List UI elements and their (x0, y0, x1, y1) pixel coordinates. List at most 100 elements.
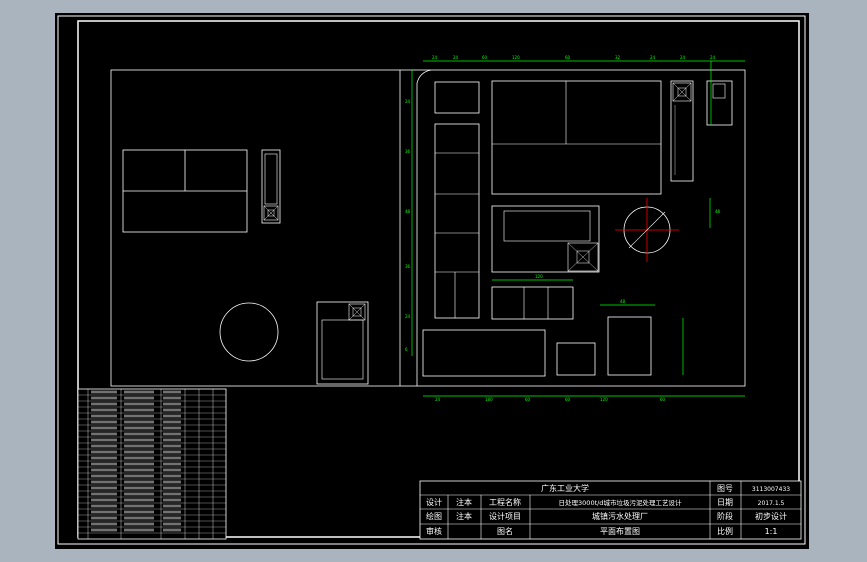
date-label: 日期 (717, 498, 733, 507)
drawing-no-label: 图号 (717, 484, 733, 493)
svg-text:60: 60 (565, 55, 571, 60)
table-cell-text (163, 516, 181, 520)
project-name-label: 工程名称 (489, 497, 521, 507)
drawing-canvas[interactable]: 24 24 60 120 60 32 24 24 24 24 180 60 60 120 60 24… (55, 13, 809, 549)
table-cell-text (163, 444, 181, 448)
table-cell-text (163, 414, 181, 418)
table-cell-text (124, 486, 154, 490)
table-cell-text (124, 522, 154, 526)
building-bottom-left (422, 329, 546, 377)
building-middle-low (491, 286, 574, 320)
svg-text:120: 120 (512, 55, 520, 60)
table-cell-text (124, 450, 154, 454)
table-cell-text (163, 402, 181, 406)
svg-text:120: 120 (535, 274, 543, 279)
table-cell-text (124, 492, 154, 496)
svg-text:24: 24 (435, 397, 441, 402)
svg-text:60: 60 (525, 397, 531, 402)
svg-text:180: 180 (485, 397, 493, 402)
table-cell-text (163, 408, 181, 412)
svg-text:120: 120 (600, 397, 608, 402)
left-settling-unit (316, 301, 369, 385)
dimension-lines (411, 60, 745, 397)
table-cell-text (124, 402, 154, 406)
svg-text:24: 24 (680, 55, 686, 60)
svg-text:24: 24 (432, 55, 438, 60)
table-cell-text (163, 420, 181, 424)
table-cell-text (163, 486, 181, 490)
svg-text:48: 48 (405, 209, 411, 214)
table-cell-text (124, 444, 154, 448)
table-cell-text (163, 504, 181, 508)
table-cell-text (163, 480, 181, 484)
table-cell-text (124, 498, 154, 502)
table-cell-text (163, 492, 181, 496)
table-cell-text (124, 438, 154, 442)
svg-text:24: 24 (405, 99, 411, 104)
table-cell-text (91, 414, 117, 418)
drawing-title: 平面布置图 (600, 526, 640, 536)
table-cell-text (91, 492, 117, 496)
table-cell-text (124, 474, 154, 478)
table-cell-text (124, 414, 154, 418)
svg-text:60: 60 (565, 397, 571, 402)
table-cell-text (91, 432, 117, 436)
dimension-labels: 24 24 60 120 60 32 24 24 24 24 180 60 60 120 60 24… (405, 55, 721, 402)
table-cell-text (124, 516, 154, 520)
date-value: 2017.1.5 (758, 500, 785, 507)
table-cell-text (163, 528, 181, 532)
table-cell-text (163, 522, 181, 526)
column-of-tanks (434, 123, 480, 319)
table-cell-text (124, 480, 154, 484)
svg-text:24: 24 (710, 55, 716, 60)
table-cell-text (124, 390, 154, 394)
table-cell-text (91, 480, 117, 484)
left-narrow-tank (261, 149, 281, 224)
review-label: 审核 (426, 526, 442, 536)
table-cell-text (124, 396, 154, 400)
table-cell-text (163, 390, 181, 394)
main-treatment-building (491, 80, 662, 195)
building-bottom-middle (556, 342, 596, 376)
drawing-name: 注本 (456, 511, 472, 521)
table-cell-text (91, 498, 117, 502)
table-cell-text (91, 456, 117, 460)
svg-text:32: 32 (615, 55, 621, 60)
table-cell-text (163, 438, 181, 442)
table-cell-text (91, 522, 117, 526)
table-cell-text (91, 420, 117, 424)
table-cell-text (91, 402, 117, 406)
table-cell-text (91, 462, 117, 466)
table-cell-text (124, 408, 154, 412)
table-cell-text (91, 474, 117, 478)
svg-text:24: 24 (650, 55, 656, 60)
design-item: 城镇污水处理厂 (592, 511, 648, 521)
road-corner-curve (416, 69, 432, 84)
table-cell-text (91, 426, 117, 430)
svg-text:6: 6 (405, 347, 408, 352)
aeration-tank (491, 205, 600, 273)
drawing-title-label: 图名 (497, 526, 513, 536)
table-cell-text (91, 390, 117, 394)
table-cell-text (124, 528, 154, 532)
table-cell-text (124, 426, 154, 430)
table-cell-text (163, 456, 181, 460)
table-cell-text (91, 450, 117, 454)
project-name: 日处理3000t/d城市垃圾污泥处理工艺设计 (559, 498, 682, 507)
svg-text:60: 60 (660, 397, 666, 402)
cad-drawing: 24 24 60 120 60 32 24 24 24 24 180 60 60 120 60 24… (57, 15, 806, 545)
table-cell-text (163, 462, 181, 466)
table-cell-text (91, 444, 117, 448)
cad-viewport[interactable]: 24 24 60 120 60 32 24 24 24 24 180 60 60 120 60 24… (0, 0, 867, 562)
university-name: 广东工业大学 (541, 483, 589, 493)
design-label: 设计 (426, 497, 442, 507)
table-cell-text (163, 432, 181, 436)
table-cell-text (163, 396, 181, 400)
svg-text:36: 36 (405, 149, 411, 154)
design-name: 注本 (456, 497, 472, 507)
table-cell-text (124, 456, 154, 460)
table-cell-text (91, 438, 117, 442)
table-cell-text (124, 504, 154, 508)
svg-text:36: 36 (405, 264, 411, 269)
site-boundary (110, 69, 746, 387)
